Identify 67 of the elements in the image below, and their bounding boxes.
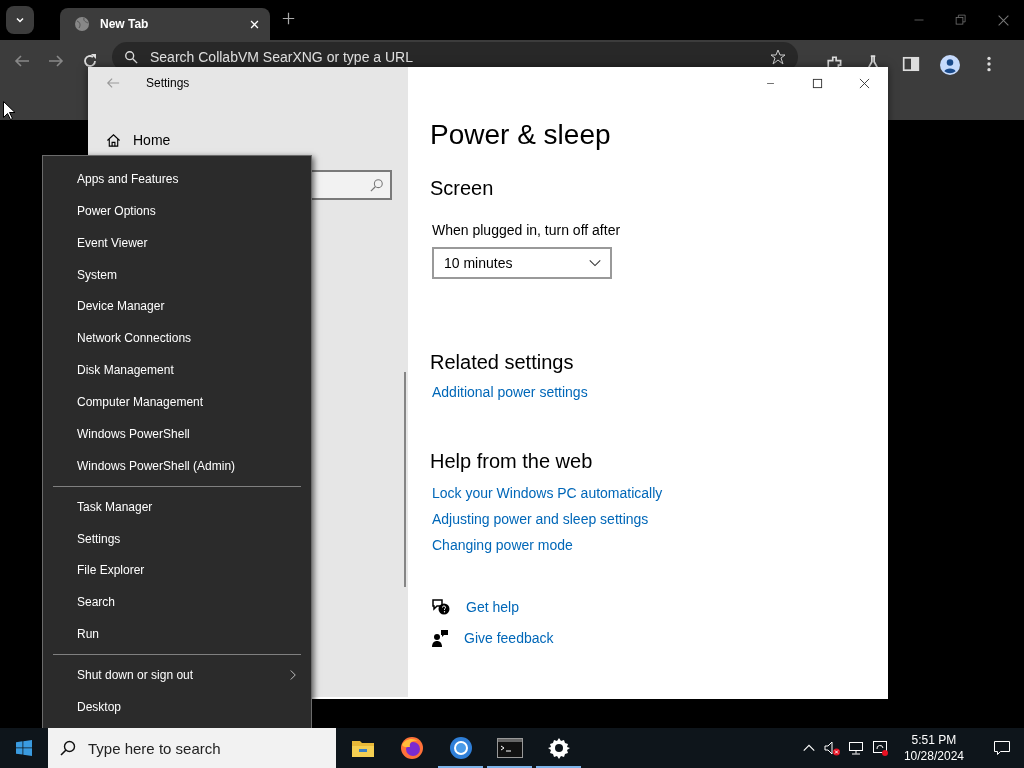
menu-item[interactable]: File Explorer (43, 554, 311, 587)
running-indicator (536, 766, 581, 768)
menu-item[interactable]: Apps and Features (43, 163, 311, 195)
menu-item[interactable]: System (43, 258, 311, 291)
menu-item[interactable]: Task Manager (43, 490, 311, 523)
fox-globe-icon (399, 736, 424, 760)
menu-item[interactable]: Disk Management (43, 354, 311, 387)
timeout-dropdown[interactable]: 10 minutes (432, 247, 612, 279)
profile-avatar-icon[interactable] (940, 55, 960, 75)
plus-icon[interactable] (282, 12, 295, 25)
star-icon[interactable] (770, 49, 786, 65)
section-heading: Help from the web (430, 450, 594, 473)
menu-item[interactable]: Windows PowerShell (Admin) (43, 449, 311, 482)
close-icon (859, 77, 870, 89)
search-icon (370, 178, 384, 192)
running-indicator (487, 766, 532, 768)
menu-item[interactable]: Network Connections (43, 322, 311, 355)
menu-item[interactable]: Settings (43, 522, 311, 555)
menu-item[interactable]: Run (43, 618, 311, 651)
house-icon (106, 132, 121, 148)
menu-item[interactable]: Power Options (43, 194, 311, 227)
menu-item[interactable]: Computer Management (43, 386, 311, 418)
speech-bubble-icon (993, 739, 1011, 757)
help-chat-icon (432, 598, 450, 615)
menu-item[interactable]: Device Manager (43, 290, 311, 323)
setting-label: When plugged in, turn off after (432, 222, 622, 238)
clock[interactable]: 5:51 PM 10/28/2024 (903, 732, 964, 764)
back-arrow-icon[interactable] (14, 53, 30, 69)
reload-icon[interactable] (82, 53, 98, 69)
search-icon (124, 50, 138, 64)
menu-item[interactable]: Shut down or sign out (43, 659, 311, 691)
browser-tab[interactable]: New Tab (60, 8, 270, 40)
help-link[interactable]: Adjusting power and sleep settings (432, 511, 888, 527)
monitor-alert-icon[interactable] (871, 740, 888, 756)
mouse-pointer-icon (3, 101, 15, 120)
scrollbar[interactable] (404, 372, 406, 587)
browser-icon (448, 736, 473, 760)
muted-speaker-icon[interactable] (823, 740, 840, 756)
help-link[interactable]: Changing power mode (432, 537, 888, 553)
restore-icon[interactable] (955, 13, 967, 26)
terminal-icon (496, 738, 523, 758)
menu-item[interactable]: Event Viewer (43, 226, 311, 259)
page-title: Power & sleep (430, 119, 612, 151)
folder-icon (350, 738, 375, 758)
search-icon (60, 740, 76, 756)
menu-item[interactable]: Search (43, 586, 311, 619)
support-link[interactable]: Give feedback (464, 629, 554, 646)
side-panel-icon[interactable] (902, 55, 920, 73)
section-heading: Related settings (430, 351, 575, 374)
menu-item[interactable]: Desktop (43, 691, 311, 723)
taskbar-search-field[interactable]: Type here to search (48, 728, 336, 768)
window-title: Settings (146, 76, 190, 90)
nav-item[interactable]: Home (88, 125, 408, 155)
tab-search-button[interactable] (6, 6, 34, 34)
forward-arrow-icon[interactable] (48, 53, 64, 69)
maximize-icon (812, 77, 823, 89)
menu-item[interactable]: Windows PowerShell (43, 418, 311, 450)
support-link[interactable]: Get help (466, 598, 519, 615)
globe-icon (74, 16, 90, 32)
windows-logo-icon (16, 740, 32, 756)
section-heading: Screen (430, 177, 495, 200)
help-link[interactable]: Lock your Windows PC automatically (432, 485, 888, 501)
network-icon[interactable] (847, 740, 864, 756)
running-indicator (438, 766, 483, 768)
settings-link[interactable]: Additional power settings (432, 384, 888, 400)
person-feedback-icon (432, 628, 448, 647)
gear-icon (547, 737, 570, 759)
